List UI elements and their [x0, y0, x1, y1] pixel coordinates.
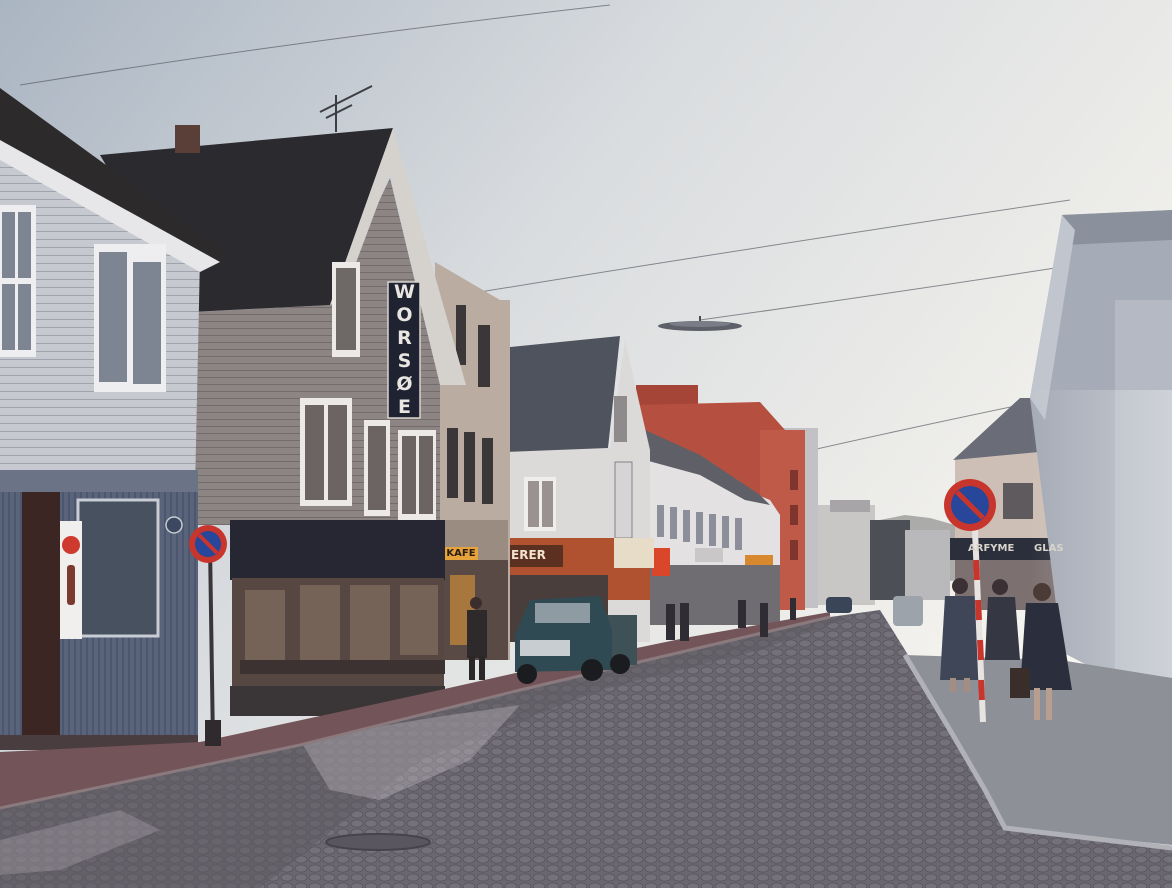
chimney	[175, 125, 200, 153]
shop-sign-parfyme-text: ARFYME	[968, 543, 1015, 554]
shop-awning	[230, 520, 445, 580]
street-scene-svg	[0, 0, 1172, 888]
truck-grille	[520, 640, 570, 656]
kafe-sign-text: KAFE	[446, 548, 476, 559]
shop-sign	[652, 548, 670, 576]
shop-sign-erer-text: ERER	[511, 548, 546, 562]
window	[614, 396, 627, 442]
shop-sign	[695, 548, 723, 562]
window	[1003, 483, 1033, 519]
handbag	[1010, 668, 1030, 698]
street-photo: WORSØE KAFE ERER ARFYME GLAS	[0, 0, 1172, 888]
shop-ledge	[240, 660, 445, 674]
shop-sign	[614, 538, 654, 568]
worsoe-sign-text: WORSØE	[393, 281, 416, 419]
coca-cola-sign-icon	[60, 521, 82, 639]
doorway	[22, 492, 60, 737]
shop-window	[76, 498, 160, 638]
vertical-shop-sign	[614, 461, 633, 539]
shop-sign-glas-text: GLAS	[1034, 543, 1064, 554]
shop-sign	[745, 555, 773, 565]
white-gable-building	[500, 336, 654, 642]
roof	[500, 336, 620, 452]
manhole-cover	[325, 833, 431, 851]
